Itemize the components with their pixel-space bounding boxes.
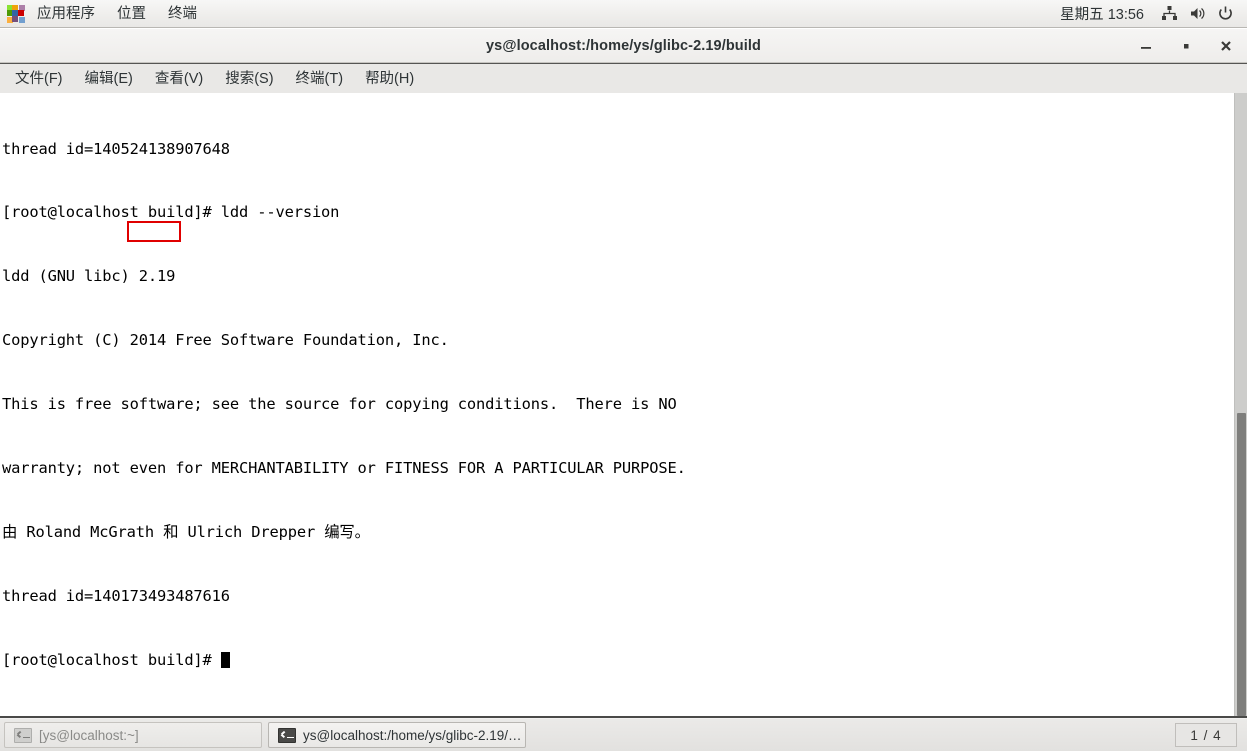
terminal-output-area[interactable]: thread id=140524138907648 [root@localhos… [0, 93, 1247, 718]
terminal-line: Copyright (C) 2014 Free Software Foundat… [2, 331, 449, 350]
panel-menu-places[interactable]: 位置 [106, 0, 157, 28]
scrollbar-thumb[interactable] [1237, 413, 1246, 716]
workspace-switcher[interactable]: 1 / 4 [1175, 723, 1237, 747]
clock[interactable]: 星期五 13:56 [1050, 3, 1154, 24]
taskbar-item-1[interactable]: [ys@localhost:~] [4, 722, 262, 748]
taskbar: [ys@localhost:~] ys@localhost:/home/ys/g… [0, 719, 1247, 751]
menu-search[interactable]: 搜索(S) [214, 64, 284, 94]
terminal-line: [root@localhost build]# ldd --version [2, 203, 340, 222]
panel-menu: 应用程序 位置 终端 [26, 0, 208, 28]
menu-edit[interactable]: 编辑(E) [74, 64, 144, 94]
applications-menu-icon-wrapper[interactable] [0, 5, 26, 23]
terminal-line: warranty; not even for MERCHANTABILITY o… [2, 459, 686, 478]
taskbar-item-label: [ys@localhost:~] [39, 727, 139, 743]
terminal-prompt: [root@localhost build]# [2, 650, 221, 669]
panel-menu-applications[interactable]: 应用程序 [26, 0, 106, 28]
window-titlebar[interactable]: ys@localhost:/home/ys/glibc-2.19/build [0, 29, 1247, 63]
window-controls [1133, 29, 1239, 63]
terminal-scrollbar[interactable] [1234, 93, 1247, 716]
window-title: ys@localhost:/home/ys/glibc-2.19/build [486, 37, 761, 54]
menu-view[interactable]: 查看(V) [144, 64, 214, 94]
taskbar-item-label: ys@localhost:/home/ys/glibc-2.19/… [303, 727, 522, 743]
network-icon[interactable] [1156, 1, 1182, 27]
terminal-cursor [220, 651, 230, 668]
terminal-window: ys@localhost:/home/ys/glibc-2.19/build 文… [0, 29, 1247, 719]
close-button[interactable] [1213, 33, 1239, 59]
volume-icon[interactable] [1184, 1, 1210, 27]
taskbar-item-2[interactable]: ys@localhost:/home/ys/glibc-2.19/… [268, 722, 526, 748]
pinwheel-icon [7, 5, 25, 23]
menu-terminal[interactable]: 终端(T) [285, 64, 355, 94]
terminal-line: 由 Roland McGrath 和 Ulrich Drepper 编写。 [2, 522, 370, 541]
menu-help[interactable]: 帮助(H) [354, 64, 425, 94]
menu-file[interactable]: 文件(F) [4, 64, 74, 94]
terminal-line: ldd (GNU libc) 2.19 [2, 267, 176, 286]
terminal-prompt-line: [root@localhost build]# [2, 650, 686, 671]
top-panel: 应用程序 位置 终端 星期五 13:56 [0, 0, 1247, 28]
terminal-icon [278, 727, 296, 743]
terminal-line: thread id=140524138907648 [2, 139, 230, 158]
terminal-icon [14, 727, 32, 743]
maximize-button[interactable] [1173, 33, 1199, 59]
panel-menu-terminal[interactable]: 终端 [157, 0, 208, 28]
power-icon[interactable] [1212, 1, 1238, 27]
menu-bar: 文件(F) 编辑(E) 查看(V) 搜索(S) 终端(T) 帮助(H) [0, 63, 1247, 93]
terminal-line: This is free software; see the source fo… [2, 395, 677, 414]
panel-status-area: 星期五 13:56 [1050, 1, 1247, 27]
terminal-line: thread id=140173493487616 [2, 586, 230, 605]
terminal-text: thread id=140524138907648 [root@localhos… [0, 93, 686, 714]
minimize-button[interactable] [1133, 33, 1159, 59]
